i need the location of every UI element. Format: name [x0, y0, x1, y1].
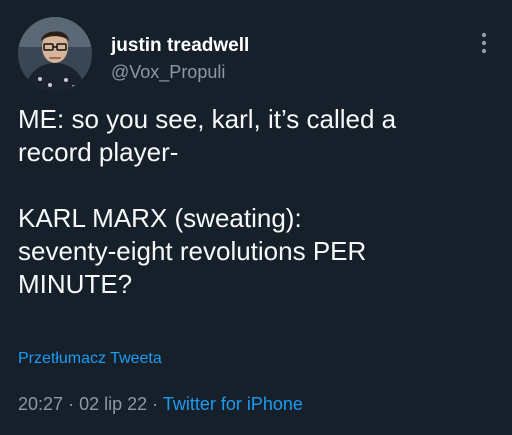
tweet-date[interactable]: 02 lip 22	[79, 394, 147, 414]
avatar[interactable]	[18, 17, 92, 91]
tweet-time[interactable]: 20:27	[18, 394, 63, 414]
tweet-text-line: ME: so you see, karl, it’s called a	[18, 104, 397, 134]
tweet-source-link[interactable]: Twitter for iPhone	[163, 394, 303, 414]
tweet-text: ME: so you see, karl, it’s called a reco…	[18, 103, 498, 301]
author-block: justin treadwell @Vox_Propuli	[111, 35, 249, 83]
meta-separator: ·	[152, 394, 159, 414]
tweet-text-line: record player-	[18, 137, 179, 167]
meta-separator: ·	[68, 394, 75, 414]
author-handle[interactable]: @Vox_Propuli	[111, 61, 249, 83]
tweet-meta: 20:27 · 02 lip 22 · Twitter for iPhone	[18, 394, 303, 415]
previous-tweet-sliver	[0, 0, 512, 10]
more-vertical-icon[interactable]	[476, 30, 492, 56]
tweet-text-line: KARL MARX (sweating):	[18, 203, 302, 233]
avatar-image	[18, 17, 92, 91]
translate-tweet-link[interactable]: Przetłumacz Tweeta	[18, 350, 162, 368]
tweet-text-line: MINUTE?	[18, 269, 133, 299]
tweet-text-line: seventy-eight revolutions PER	[18, 236, 367, 266]
tweet-text-line-blank	[18, 169, 498, 202]
author-display-name[interactable]: justin treadwell	[111, 35, 249, 57]
